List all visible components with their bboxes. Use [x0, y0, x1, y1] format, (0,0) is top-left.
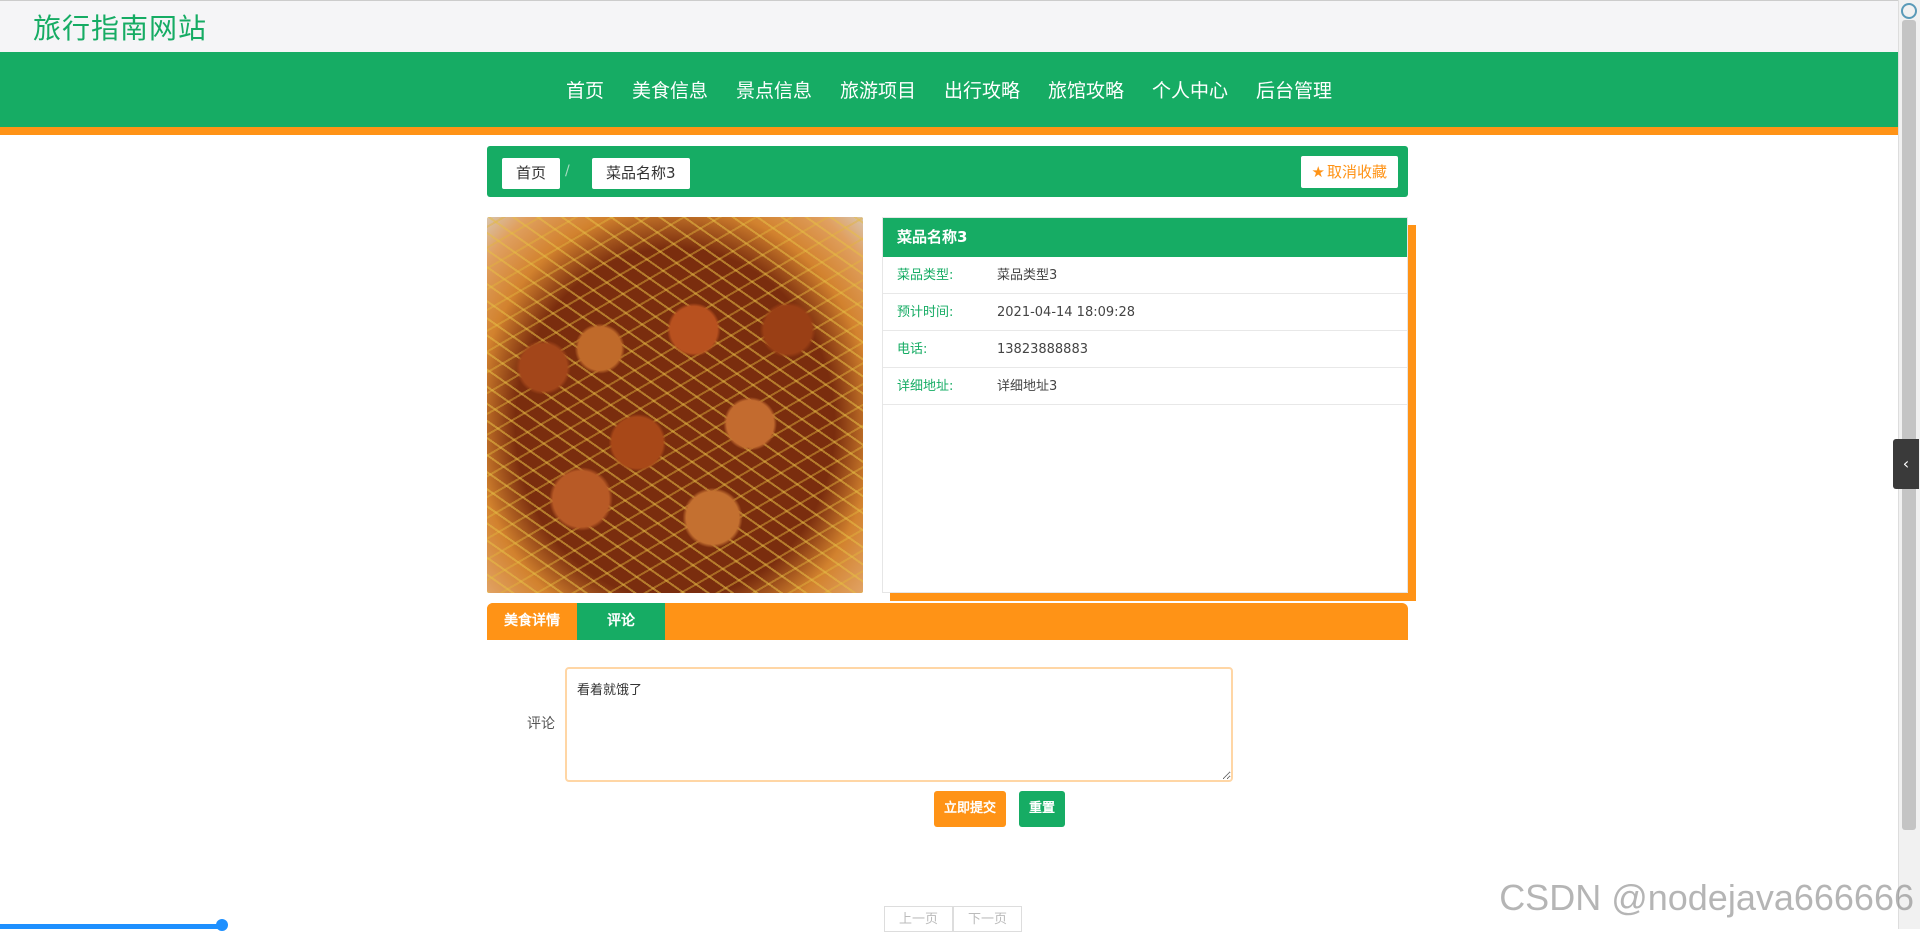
progress-handle[interactable]	[216, 919, 228, 931]
nav-item-personal-center[interactable]: 个人中心	[1138, 76, 1242, 103]
detail-row-phone: 电话: 13823888883	[883, 331, 1407, 368]
unfavorite-label: 取消收藏	[1326, 163, 1387, 181]
detail-value: 详细地址3	[997, 379, 1058, 394]
nav-accent-bar	[0, 127, 1898, 135]
detail-value: 13823888883	[997, 342, 1088, 357]
food-image	[487, 217, 863, 593]
nav-item-hotel-guides[interactable]: 旅馆攻略	[1034, 76, 1138, 103]
progress-bar	[0, 924, 223, 929]
nav-item-attractions[interactable]: 景点信息	[722, 76, 826, 103]
nav-item-admin[interactable]: 后台管理	[1242, 76, 1346, 103]
top-header: 旅行指南网站	[0, 0, 1898, 52]
detail-label: 电话:	[897, 342, 928, 357]
unfavorite-button[interactable]: ★ 取消收藏	[1300, 156, 1398, 188]
pagination: 上一页 下一页	[884, 906, 1023, 932]
scroll-indicator-icon	[1901, 3, 1917, 19]
scrollbar-thumb[interactable]	[1902, 20, 1916, 830]
detail-label: 菜品类型:	[897, 268, 954, 283]
nav-item-trip-guides[interactable]: 出行攻略	[930, 76, 1034, 103]
nav-item-travel-projects[interactable]: 旅游项目	[826, 76, 930, 103]
detail-label: 详细地址:	[897, 379, 954, 394]
detail-value: 2021-04-14 18:09:28	[997, 305, 1136, 320]
detail-row-time: 预计时间: 2021-04-14 18:09:28	[883, 294, 1407, 331]
breadcrumb-home[interactable]: 首页	[502, 158, 561, 189]
detail-tabs: 美食详情 评论	[487, 603, 1408, 640]
comment-label: 评论	[527, 716, 555, 732]
main-nav: 首页 美食信息 景点信息 旅游项目 出行攻略 旅馆攻略 个人中心 后台管理	[0, 52, 1898, 127]
submit-button[interactable]: 立即提交	[934, 791, 1007, 827]
detail-panel: 菜品名称3 菜品类型: 菜品类型3 预计时间: 2021-04-14 18:09…	[882, 217, 1408, 593]
nav-item-food[interactable]: 美食信息	[618, 76, 722, 103]
comment-input[interactable]: 看着就饿了	[565, 667, 1233, 782]
site-title: 旅行指南网站	[33, 12, 208, 45]
detail-row-address: 详细地址: 详细地址3	[883, 368, 1407, 405]
watermark: CSDN @nodejava666666	[1499, 877, 1914, 918]
breadcrumb: 首页 / 菜品名称3 ★ 取消收藏	[487, 146, 1408, 197]
breadcrumb-separator: /	[565, 163, 570, 179]
detail-title: 菜品名称3	[883, 218, 1407, 257]
detail-label: 预计时间:	[897, 305, 954, 320]
breadcrumb-current: 菜品名称3	[592, 158, 690, 189]
next-page-button[interactable]: 下一页	[953, 906, 1023, 932]
star-icon: ★	[1311, 163, 1325, 181]
nav-item-home[interactable]: 首页	[552, 76, 618, 103]
prev-page-button[interactable]: 上一页	[884, 906, 954, 932]
reset-button[interactable]: 重置	[1019, 791, 1066, 827]
chevron-left-icon[interactable]: ‹	[1893, 439, 1919, 489]
detail-value: 菜品类型3	[997, 268, 1058, 283]
detail-row-type: 菜品类型: 菜品类型3	[883, 257, 1407, 294]
tab-comment[interactable]: 评论	[577, 603, 665, 640]
tab-food-detail[interactable]: 美食详情	[487, 603, 577, 640]
